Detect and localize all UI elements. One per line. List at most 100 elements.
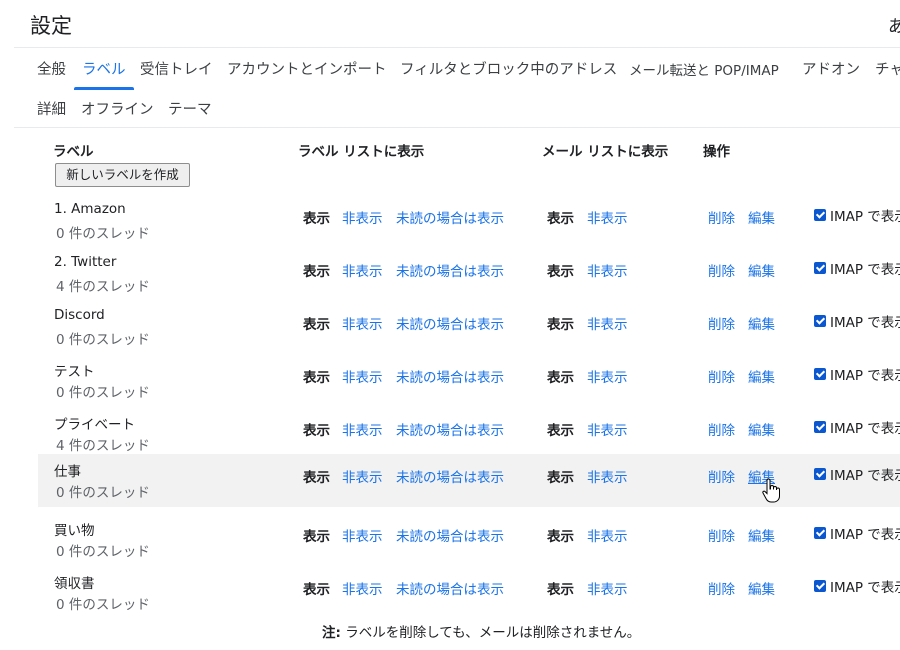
show-in-imap-checkbox[interactable]: IMAP で表示 [814,464,900,484]
label-list-show[interactable]: 表示 [303,525,330,545]
tab-accounts-import[interactable]: アカウントとインポート [227,58,387,79]
label-list-show-if-unread-link[interactable]: 未読の場合は表示 [396,260,504,280]
label-list-hide-link[interactable]: 非表示 [342,525,383,545]
mail-list-show[interactable]: 表示 [547,207,574,227]
show-in-imap-checkbox[interactable]: IMAP で表示 [814,205,900,225]
show-in-imap-checkbox[interactable]: IMAP で表示 [814,576,900,596]
edit-link[interactable]: 編集 [748,366,775,386]
label-thread-count: 0 件のスレッド [56,544,150,560]
edit-link[interactable]: 編集 [748,260,775,280]
label-list-show[interactable]: 表示 [303,260,330,280]
delete-link[interactable]: 削除 [708,366,735,386]
checkbox-checked-icon[interactable] [814,368,826,380]
delete-link[interactable]: 削除 [708,207,735,227]
delete-link[interactable]: 削除 [708,313,735,333]
label-list-show-if-unread-link[interactable]: 未読の場合は表示 [396,466,504,486]
mail-list-hide-link[interactable]: 非表示 [587,525,628,545]
table-row: テスト 0 件のスレッド 表示 非表示 未読の場合は表示 表示 非表示 削除 編集 IMAP で表… [38,355,900,408]
checkbox-checked-icon[interactable] [814,527,826,539]
label-list-hide-link[interactable]: 非表示 [342,260,383,280]
show-in-imap-checkbox[interactable]: IMAP で表示 [814,258,900,278]
label-list-show[interactable]: 表示 [303,578,330,598]
table-row: 領収書 0 件のスレッド 表示 非表示 未読の場合は表示 表示 非表示 削除 編集 IMAP で表… [38,567,900,620]
checkbox-checked-icon[interactable] [814,421,826,433]
label-list-hide-link[interactable]: 非表示 [342,207,383,227]
mail-list-show[interactable]: 表示 [547,466,574,486]
show-in-imap-checkbox[interactable]: IMAP で表示 [814,364,900,384]
tab-themes[interactable]: テーマ [168,98,212,119]
label-list-hide-link[interactable]: 非表示 [342,419,383,439]
label-list-show-if-unread-link[interactable]: 未読の場合は表示 [396,578,504,598]
label-list-show[interactable]: 表示 [303,419,330,439]
label-list-show[interactable]: 表示 [303,466,330,486]
delete-link[interactable]: 削除 [708,466,735,486]
checkbox-checked-icon[interactable] [814,580,826,592]
label-list-hide-link[interactable]: 非表示 [342,313,383,333]
label-list-hide-link[interactable]: 非表示 [342,466,383,486]
edit-link[interactable]: 編集 [748,207,775,227]
label-list-hide-link[interactable]: 非表示 [342,578,383,598]
imap-label: IMAP で表示 [830,262,900,278]
mail-list-hide-link[interactable]: 非表示 [587,366,628,386]
tab-filters-blocked[interactable]: フィルタとブロック中のアドレス [400,58,617,79]
tab-offline[interactable]: オフライン [81,98,154,119]
header-actions: 操作 [703,144,730,160]
create-label-button[interactable]: 新しいラベルを作成 [55,163,190,187]
checkbox-checked-icon[interactable] [814,468,826,480]
label-list-show[interactable]: 表示 [303,207,330,227]
mail-list-show[interactable]: 表示 [547,313,574,333]
imap-label: IMAP で表示 [830,209,900,225]
label-list-show-if-unread-link[interactable]: 未読の場合は表示 [396,313,504,333]
label-list-show[interactable]: 表示 [303,366,330,386]
account-initial[interactable]: あ [888,12,900,37]
mail-list-hide-link[interactable]: 非表示 [587,207,628,227]
mail-list-hide-link[interactable]: 非表示 [587,578,628,598]
tab-inbox[interactable]: 受信トレイ [140,58,213,79]
mail-list-show[interactable]: 表示 [547,578,574,598]
label-name: テスト [54,364,95,380]
mail-list-hide-link[interactable]: 非表示 [587,313,628,333]
label-list-show-if-unread-link[interactable]: 未読の場合は表示 [396,419,504,439]
label-thread-count: 0 件のスレッド [56,226,150,242]
delete-link[interactable]: 削除 [708,260,735,280]
mail-list-hide-link[interactable]: 非表示 [587,260,628,280]
mail-list-show[interactable]: 表示 [547,260,574,280]
label-list-show[interactable]: 表示 [303,313,330,333]
tab-addons[interactable]: アドオン [802,58,860,79]
delete-link[interactable]: 削除 [708,578,735,598]
label-list-show-if-unread-link[interactable]: 未読の場合は表示 [396,525,504,545]
show-in-imap-checkbox[interactable]: IMAP で表示 [814,311,900,331]
edit-link[interactable]: 編集 [748,313,775,333]
label-thread-count: 0 件のスレッド [56,485,150,501]
mail-list-show[interactable]: 表示 [547,525,574,545]
note-text: ラベルを削除しても、メールは削除されません。 [340,625,641,641]
mail-list-hide-link[interactable]: 非表示 [587,466,628,486]
edit-link[interactable]: 編集 [748,578,775,598]
label-list-hide-link[interactable]: 非表示 [342,366,383,386]
edit-link[interactable]: 編集 [748,419,775,439]
label-name: 領収書 [54,576,95,592]
page-title: 設定 [30,14,72,38]
tab-forwarding-pop-imap[interactable]: メール転送と POP/IMAP [629,59,779,79]
label-list-show-if-unread-link[interactable]: 未読の場合は表示 [396,207,504,227]
tab-advanced[interactable]: 詳細 [37,98,66,119]
label-list-show-if-unread-link[interactable]: 未読の場合は表示 [396,366,504,386]
label-thread-count: 0 件のスレッド [56,597,150,613]
delete-link[interactable]: 削除 [708,419,735,439]
tab-chat[interactable]: チャ [875,58,900,79]
checkbox-checked-icon[interactable] [814,315,826,327]
table-row: 買い物 0 件のスレッド 表示 非表示 未読の場合は表示 表示 非表示 削除 編集 IMAP で表… [38,514,900,567]
checkbox-checked-icon[interactable] [814,209,826,221]
settings-tabs: 全般 ラベル 受信トレイ アカウントとインポート フィルタとブロック中のアドレス… [30,48,900,128]
tab-labels[interactable]: ラベル [74,58,134,90]
tab-general[interactable]: 全般 [37,58,66,79]
mail-list-show[interactable]: 表示 [547,366,574,386]
show-in-imap-checkbox[interactable]: IMAP で表示 [814,523,900,543]
show-in-imap-checkbox[interactable]: IMAP で表示 [814,417,900,437]
mail-list-hide-link[interactable]: 非表示 [587,419,628,439]
checkbox-checked-icon[interactable] [814,262,826,274]
delete-link[interactable]: 削除 [708,525,735,545]
mail-list-show[interactable]: 表示 [547,419,574,439]
divider [14,127,900,128]
edit-link[interactable]: 編集 [748,525,775,545]
